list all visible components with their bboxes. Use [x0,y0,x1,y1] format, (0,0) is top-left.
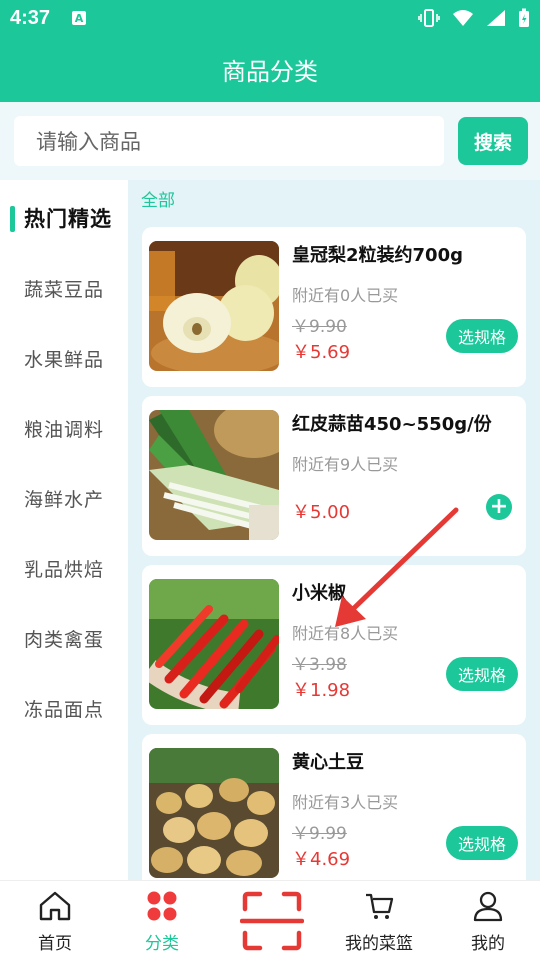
search-input[interactable]: 请输入商品 [14,116,444,166]
cart-icon [361,889,397,923]
page-title: 商品分类 [222,57,318,86]
bottom-tab-bar: 首页 分类 我的菜篮 我的 [0,880,540,960]
select-spec-button[interactable]: 选规格 [446,319,518,353]
product-price: ￥1.98 [292,680,351,701]
sidebar-item-grain-oil[interactable]: 粮油调料 [0,393,128,463]
product-name: 黄心土豆 [292,752,364,773]
category-grid-icon [144,889,180,923]
product-card[interactable]: 红皮蒜苗450~550g/份 附近有9人已买 ￥5.00 + [142,396,526,556]
product-price: ￥5.00 [292,502,351,523]
sidebar-item-label: 冻品面点 [24,698,105,721]
user-icon [470,889,506,923]
product-name: 皇冠梨2粒装约700g [292,245,463,266]
product-buyers: 附近有9人已买 [292,455,399,474]
sidebar-item-frozen[interactable]: 冻品面点 [0,673,128,743]
active-indicator [10,206,15,232]
sidebar-item-dairy-bakery[interactable]: 乳品烘焙 [0,533,128,603]
home-icon [37,889,73,923]
sidebar-item-fruits[interactable]: 水果鲜品 [0,323,128,393]
select-spec-button[interactable]: 选规格 [446,826,518,860]
vibrate-icon [418,9,440,27]
battery-icon [519,8,529,27]
sidebar-item-seafood[interactable]: 海鲜水产 [0,463,128,533]
status-time: 4:37 [10,6,51,29]
signal-icon [487,10,505,26]
wifi-icon [453,10,473,26]
sidebar-item-vegetables[interactable]: 蔬菜豆品 [0,253,128,323]
tab-category[interactable]: 分类 [124,881,200,960]
pear-photo [149,241,279,371]
product-original-price: ￥3.98 [292,655,347,675]
select-spec-button[interactable]: 选规格 [446,657,518,691]
sidebar-item-label: 粮油调料 [24,418,105,441]
sidebar-item-label: 蔬菜豆品 [24,278,105,301]
tab-label: 分类 [145,934,179,954]
sidebar-item-meat-eggs[interactable]: 肉类禽蛋 [0,603,128,673]
product-name: 红皮蒜苗450~550g/份 [292,414,492,435]
notification-a-icon: A [72,11,87,25]
tab-scan[interactable] [236,881,308,960]
sidebar-item-label: 水果鲜品 [24,348,105,371]
tab-label: 首页 [38,934,72,954]
product-price: ￥4.69 [292,849,351,870]
product-price: ￥5.69 [292,342,351,363]
product-card[interactable]: 皇冠梨2粒装约700g 附近有0人已买 ￥9.90 ￥5.69 选规格 [142,227,526,387]
sidebar-item-label: 热门精选 [24,207,112,231]
product-buyers: 附近有8人已买 [292,624,399,643]
product-buyers: 附近有3人已买 [292,793,399,812]
product-card[interactable]: 黄心土豆 附近有3人已买 ￥9.99 ￥4.69 选规格 [142,734,526,880]
category-sidebar: 热门精选 蔬菜豆品 水果鲜品 粮油调料 海鲜水产 乳品烘焙 肉类禽蛋 冻品面点 [0,180,128,880]
tab-label: 我的菜篮 [345,934,413,954]
product-name: 小米椒 [292,583,346,604]
tab-profile[interactable]: 我的 [450,881,526,960]
sidebar-item-label: 乳品烘焙 [24,558,105,581]
tab-label: 我的 [471,934,505,954]
sidebar-item-hot-picks[interactable]: 热门精选 [0,183,128,253]
product-list: 全部 皇冠梨2粒装约700g 附近有0人已买 ￥9.90 ￥5.69 选规格 红… [128,180,540,880]
potato-photo [149,748,279,878]
status-bar: 4:37 A [0,0,540,36]
scan-icon [239,889,305,953]
search-button[interactable]: 搜索 [458,117,528,165]
tab-basket[interactable]: 我的菜篮 [332,881,426,960]
sidebar-item-label: 海鲜水产 [24,488,105,511]
status-icons [418,8,530,28]
tab-home[interactable]: 首页 [17,881,93,960]
search-area: 请输入商品 搜索 [0,102,540,180]
section-all-label[interactable]: 全部 [141,186,175,211]
chili-photo [149,579,279,709]
add-to-cart-button[interactable]: + [486,494,512,520]
product-buyers: 附近有0人已买 [292,286,399,305]
garlic-sprout-photo [149,410,279,540]
page-header: 商品分类 [0,36,540,102]
product-card[interactable]: 小米椒 附近有8人已买 ￥3.98 ￥1.98 选规格 [142,565,526,725]
sidebar-item-label: 肉类禽蛋 [24,628,105,651]
product-original-price: ￥9.99 [292,824,347,844]
product-original-price: ￥9.90 [292,317,347,337]
